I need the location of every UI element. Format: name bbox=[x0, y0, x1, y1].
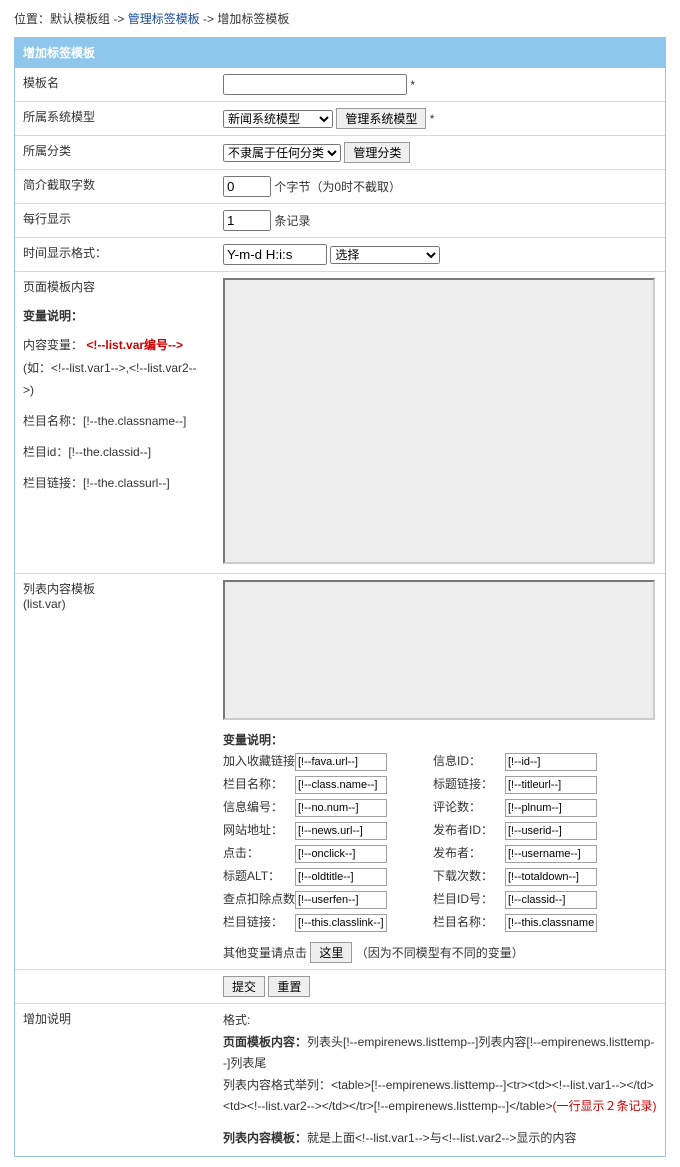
panel: 增加标签模板 模板名 * 所属系统模型 新闻系统模型 管理系统模型 * 所属分类 bbox=[14, 37, 666, 1157]
manage-category-button[interactable]: 管理分类 bbox=[344, 142, 410, 163]
var-label: 发布者： bbox=[433, 844, 505, 861]
content-var-value: <!--list.var编号--> bbox=[86, 338, 183, 352]
label-list-tpl: 列表内容模板 bbox=[23, 580, 207, 597]
var-row: 栏目名称： bbox=[433, 913, 657, 932]
var-field[interactable] bbox=[505, 914, 597, 932]
page-vars-title: 变量说明： bbox=[23, 305, 207, 328]
var-label: 信息ID： bbox=[433, 752, 505, 769]
page-col-link: 栏目链接：[!--the.classurl--] bbox=[23, 472, 207, 495]
select-sys-model[interactable]: 新闻系统模型 bbox=[223, 110, 333, 128]
input-time-fmt[interactable] bbox=[223, 244, 327, 265]
var-label: 栏目名称： bbox=[433, 913, 505, 930]
label-category: 所属分类 bbox=[15, 136, 215, 170]
page-col-id: 栏目id：[!--the.classid--] bbox=[23, 441, 207, 464]
label-brief-len: 简介截取字数 bbox=[15, 170, 215, 204]
var-field[interactable] bbox=[295, 868, 387, 886]
label-page-tpl: 页面模板内容 bbox=[23, 278, 207, 295]
manage-sys-model-button[interactable]: 管理系统模型 bbox=[336, 108, 426, 129]
brief-len-suffix: 个字节（为0时不截取） bbox=[274, 180, 401, 194]
var-label: 网站地址： bbox=[223, 821, 295, 838]
input-per-line[interactable] bbox=[223, 210, 271, 231]
var-label: 点击： bbox=[223, 844, 295, 861]
var-label: 栏目ID号： bbox=[433, 890, 505, 907]
var-row: 下载次数： bbox=[433, 867, 657, 886]
var-field[interactable] bbox=[505, 845, 597, 863]
var-field[interactable] bbox=[295, 822, 387, 840]
var-field[interactable] bbox=[295, 891, 387, 909]
breadcrumb-link[interactable]: 管理标签模板 bbox=[128, 12, 200, 26]
var-field[interactable] bbox=[505, 753, 597, 771]
var-label: 加入收藏链接： bbox=[223, 752, 295, 769]
var-field[interactable] bbox=[295, 776, 387, 794]
page-col-name: 栏目名称：[!--the.classname--] bbox=[23, 410, 207, 433]
var-label: 栏目链接： bbox=[223, 913, 295, 930]
var-row: 栏目链接： bbox=[223, 913, 433, 932]
var-label: 发布者ID： bbox=[433, 821, 505, 838]
star: * bbox=[410, 78, 415, 92]
label-notes: 增加说明 bbox=[15, 1004, 215, 1156]
content-var-eg: (如：<!--list.var1-->,<!--list.var2-->) bbox=[23, 357, 207, 403]
var-label: 栏目名称： bbox=[223, 775, 295, 792]
list-vars-title: 变量说明： bbox=[223, 731, 657, 748]
label-sys-model: 所属系统模型 bbox=[15, 102, 215, 136]
notes-line1a: 页面模板内容： bbox=[223, 1035, 307, 1049]
var-field[interactable] bbox=[505, 776, 597, 794]
var-field[interactable] bbox=[505, 868, 597, 886]
var-label: 查点扣除点数： bbox=[223, 890, 295, 907]
label-tpl-name: 模板名 bbox=[15, 68, 215, 102]
textarea-list-tpl[interactable] bbox=[223, 580, 655, 720]
breadcrumb-sep: -> bbox=[203, 12, 217, 26]
textarea-page-tpl[interactable] bbox=[223, 278, 655, 564]
var-label: 标题链接： bbox=[433, 775, 505, 792]
notes-line2-hl: (一行显示２条记录) bbox=[552, 1099, 656, 1113]
panel-title: 增加标签模板 bbox=[15, 38, 665, 68]
var-row: 点击： bbox=[223, 844, 433, 863]
var-field[interactable] bbox=[295, 799, 387, 817]
var-label: 标题ALT： bbox=[223, 867, 295, 884]
select-time-fmt[interactable]: 选择 bbox=[330, 246, 440, 264]
var-row: 网站地址： bbox=[223, 821, 433, 840]
per-line-suffix: 条记录 bbox=[274, 214, 310, 228]
var-field[interactable] bbox=[505, 799, 597, 817]
input-tpl-name[interactable] bbox=[223, 74, 407, 95]
notes-fmt: 格式: bbox=[223, 1010, 657, 1032]
var-row: 标题ALT： bbox=[223, 867, 433, 886]
var-label: 评论数： bbox=[433, 798, 505, 815]
var-row: 信息编号： bbox=[223, 798, 433, 817]
var-row: 标题链接： bbox=[433, 775, 657, 794]
var-row: 栏目名称： bbox=[223, 775, 433, 794]
var-label: 信息编号： bbox=[223, 798, 295, 815]
var-field[interactable] bbox=[505, 891, 597, 909]
var-row: 评论数： bbox=[433, 798, 657, 817]
reset-button[interactable]: 重置 bbox=[268, 976, 310, 997]
breadcrumb-prefix: 位置：默认模板组 -> bbox=[14, 12, 128, 26]
other-vars-prefix: 其他变量请点击 bbox=[223, 946, 307, 960]
label-per-line: 每行显示 bbox=[15, 204, 215, 238]
notes-line3b: 就是上面<!--list.var1-->与<!--list.var2-->显示的… bbox=[307, 1131, 576, 1145]
var-row: 加入收藏链接： bbox=[223, 752, 433, 771]
var-row: 栏目ID号： bbox=[433, 890, 657, 909]
var-row: 发布者： bbox=[433, 844, 657, 863]
other-vars-button[interactable]: 这里 bbox=[310, 942, 352, 963]
var-field[interactable] bbox=[295, 914, 387, 932]
breadcrumb: 位置：默认模板组 -> 管理标签模板 -> 增加标签模板 bbox=[14, 10, 666, 27]
submit-button[interactable]: 提交 bbox=[223, 976, 265, 997]
var-row: 查点扣除点数： bbox=[223, 890, 433, 909]
var-field[interactable] bbox=[295, 845, 387, 863]
var-label: 下载次数： bbox=[433, 867, 505, 884]
breadcrumb-current: 增加标签模板 bbox=[217, 12, 289, 26]
var-field[interactable] bbox=[295, 753, 387, 771]
var-row: 发布者ID： bbox=[433, 821, 657, 840]
form-table: 模板名 * 所属系统模型 新闻系统模型 管理系统模型 * 所属分类 不隶属于任何… bbox=[15, 68, 665, 1156]
content-var-label: 内容变量： bbox=[23, 338, 83, 352]
var-row: 信息ID： bbox=[433, 752, 657, 771]
select-category[interactable]: 不隶属于任何分类 bbox=[223, 144, 341, 162]
notes-line3a: 列表内容模板： bbox=[223, 1131, 307, 1145]
other-vars-suffix: （因为不同模型有不同的变量） bbox=[356, 946, 524, 960]
label-list-tpl-sub: (list.var) bbox=[23, 597, 207, 611]
star: * bbox=[430, 112, 435, 126]
input-brief-len[interactable] bbox=[223, 176, 271, 197]
label-time-fmt: 时间显示格式： bbox=[15, 238, 215, 272]
var-field[interactable] bbox=[505, 822, 597, 840]
